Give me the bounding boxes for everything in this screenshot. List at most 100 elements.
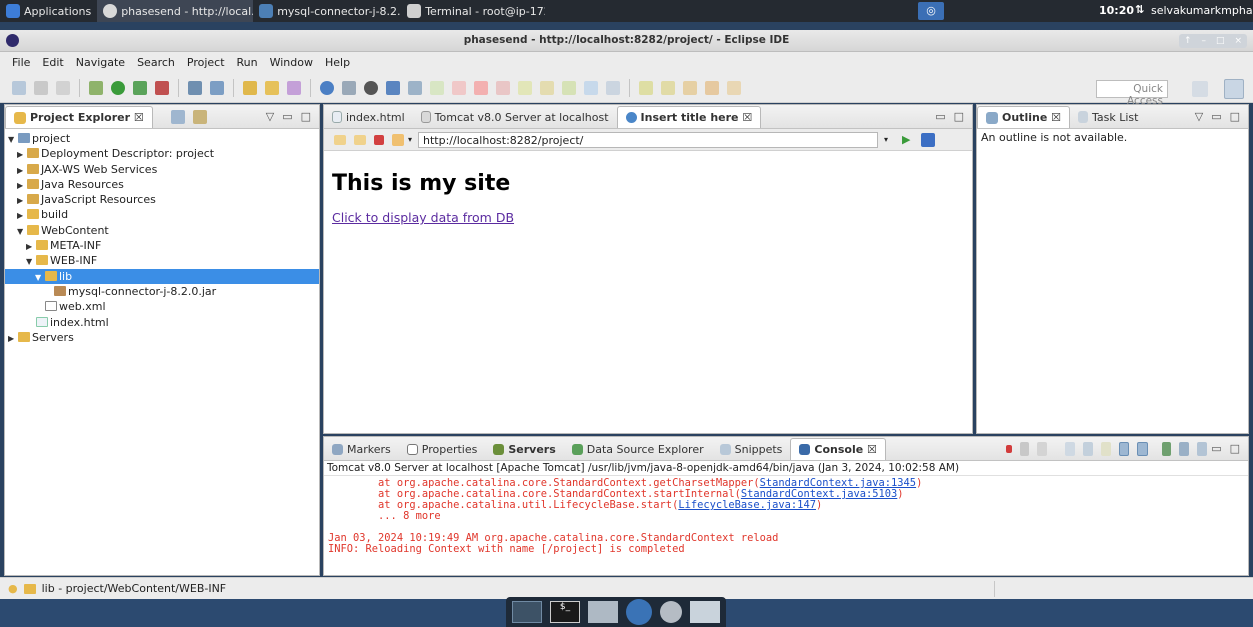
tree-item[interactable]: ▶ JavaScript Resources — [5, 192, 319, 207]
browser-icon[interactable] — [320, 80, 334, 95]
collapsed-arrow-icon[interactable]: ▶ — [8, 331, 18, 346]
tree-item[interactable]: ▶ JAX-WS Web Services — [5, 162, 319, 177]
expanded-arrow-icon[interactable]: ▼ — [17, 224, 27, 239]
tree-item[interactable]: ▶ Java Resources — [5, 177, 319, 192]
folder-dock-icon[interactable] — [690, 601, 720, 623]
tab-properties[interactable]: Properties — [399, 438, 486, 460]
tree-item[interactable]: ▼ lib — [5, 268, 319, 285]
menu-file[interactable]: File — [6, 52, 36, 73]
tab-task-list[interactable]: Task List — [1070, 106, 1146, 128]
tab-data-source-explorer[interactable]: Data Source Explorer — [564, 438, 712, 460]
minimize-view-icon[interactable]: ▭ — [935, 110, 945, 123]
skip-icon[interactable] — [408, 80, 422, 95]
open-in-browser-icon[interactable] — [920, 132, 935, 147]
remove-launch-icon[interactable] — [1019, 441, 1030, 456]
open-console-icon[interactable] — [1197, 441, 1208, 456]
coverage-icon[interactable] — [155, 80, 169, 95]
search-icon[interactable] — [287, 80, 301, 95]
maximize-view-icon[interactable]: □ — [1230, 442, 1240, 455]
last-edit-icon[interactable] — [683, 80, 697, 95]
maximize-view-icon[interactable]: □ — [954, 110, 964, 123]
search-dock-icon[interactable] — [660, 601, 682, 623]
run-external-icon[interactable] — [133, 80, 147, 95]
clock[interactable]: 10:20 — [1099, 4, 1134, 17]
tree-item[interactable]: ▶ build — [5, 207, 319, 222]
collapsed-arrow-icon[interactable]: ▶ — [26, 239, 36, 254]
collapse-all-icon[interactable] — [170, 109, 185, 124]
maximize-view-icon[interactable]: □ — [1230, 110, 1240, 123]
menu-edit[interactable]: Edit — [36, 52, 69, 73]
collapsed-arrow-icon[interactable]: ▶ — [17, 193, 27, 208]
tree-item[interactable]: mysql-connector-j-8.2.0.jar — [5, 284, 319, 299]
tab-snippets[interactable]: Snippets — [712, 438, 791, 460]
new-server-icon[interactable] — [188, 80, 202, 95]
go-icon[interactable]: ▶ — [902, 133, 910, 146]
back-icon[interactable] — [705, 80, 719, 95]
menu-window[interactable]: Window — [264, 52, 319, 73]
tab-markers[interactable]: Markers — [324, 438, 399, 460]
tree-item[interactable]: ▼ WEB-INF — [5, 253, 319, 268]
url-input[interactable]: http://localhost:8282/project/ — [418, 131, 879, 148]
menu-run[interactable]: Run — [231, 52, 264, 73]
tab-console[interactable]: Console ☒ — [790, 438, 886, 460]
remove-all-icon[interactable] — [1037, 441, 1048, 456]
minimize-view-icon[interactable]: ▭ — [1211, 110, 1221, 123]
forward-arrow-icon[interactable] — [354, 134, 366, 145]
next-annotation-icon[interactable] — [639, 80, 653, 95]
show-desktop-icon[interactable] — [512, 601, 542, 623]
show-on-error-icon[interactable] — [1137, 441, 1148, 456]
link-with-editor-icon[interactable] — [192, 109, 207, 124]
tab-index-html[interactable]: index.html — [324, 106, 413, 128]
terminal-dock-icon[interactable]: $_ — [550, 601, 580, 623]
network-icon[interactable]: ◎ — [918, 2, 944, 20]
tree-item[interactable]: ▶ Servers — [5, 330, 319, 345]
collapsed-arrow-icon[interactable]: ▶ — [17, 208, 27, 223]
scroll-lock-icon[interactable] — [1083, 441, 1093, 456]
run-icon[interactable] — [111, 80, 125, 95]
tree-item[interactable]: ▶ Deployment Descriptor: project — [5, 146, 319, 161]
stop-icon[interactable] — [374, 134, 384, 145]
minimize-view-icon[interactable]: ▭ — [282, 110, 292, 123]
expanded-arrow-icon[interactable]: ▼ — [26, 254, 36, 269]
pin-console-icon[interactable] — [1161, 441, 1172, 456]
open-folder-icon[interactable] — [265, 80, 279, 95]
collapsed-arrow-icon[interactable]: ▶ — [17, 178, 27, 193]
maximize-icon[interactable]: □ — [1216, 36, 1225, 46]
annotation-icon[interactable] — [342, 80, 356, 95]
applications-menu[interactable]: Applications — [0, 0, 97, 22]
task-mysql-folder[interactable]: mysql-connector-j-8.2.0... — [253, 0, 401, 22]
tab-servers[interactable]: Servers — [485, 438, 563, 460]
terminate-icon[interactable] — [474, 80, 488, 95]
view-menu-icon[interactable]: ▽ — [1195, 110, 1203, 123]
tab-insert-title-here[interactable]: Insert title here ☒ — [616, 106, 762, 128]
tree-item[interactable]: ▶ META-INF — [5, 238, 319, 253]
refresh-icon[interactable] — [392, 133, 404, 146]
menu-search[interactable]: Search — [131, 52, 181, 73]
close-icon[interactable]: × — [1234, 36, 1242, 46]
forward-icon[interactable] — [727, 80, 741, 95]
tree-item[interactable]: web.xml — [5, 299, 319, 314]
resume-icon[interactable] — [430, 80, 444, 95]
console-icon[interactable] — [386, 80, 400, 95]
expanded-arrow-icon[interactable]: ▼ — [35, 270, 45, 285]
dropdown-icon[interactable]: ▾ — [408, 135, 412, 144]
step-into-icon[interactable] — [518, 80, 532, 95]
display-data-link[interactable]: Click to display data from DB — [332, 210, 964, 225]
collapsed-arrow-icon[interactable]: ▶ — [17, 163, 27, 178]
tree-item[interactable]: index.html — [5, 315, 319, 330]
open-type-icon[interactable] — [243, 80, 257, 95]
url-dropdown-icon[interactable]: ▾ — [884, 135, 888, 144]
disconnect-icon[interactable] — [496, 80, 510, 95]
maximize-view-icon[interactable]: □ — [301, 110, 311, 123]
display-console-icon[interactable] — [1179, 441, 1190, 456]
collapsed-arrow-icon[interactable]: ▶ — [17, 147, 27, 162]
menu-help[interactable]: Help — [319, 52, 356, 73]
prev-annotation-icon[interactable] — [661, 80, 675, 95]
task-terminal[interactable]: Terminal - root@ip-172-... — [401, 0, 545, 22]
open-perspective-icon[interactable] — [1192, 81, 1208, 97]
step-return-icon[interactable] — [562, 80, 576, 95]
menu-project[interactable]: Project — [181, 52, 231, 73]
new-icon[interactable] — [12, 80, 26, 95]
tab-outline[interactable]: Outline ☒ — [977, 106, 1070, 128]
expanded-arrow-icon[interactable]: ▼ — [8, 132, 18, 147]
